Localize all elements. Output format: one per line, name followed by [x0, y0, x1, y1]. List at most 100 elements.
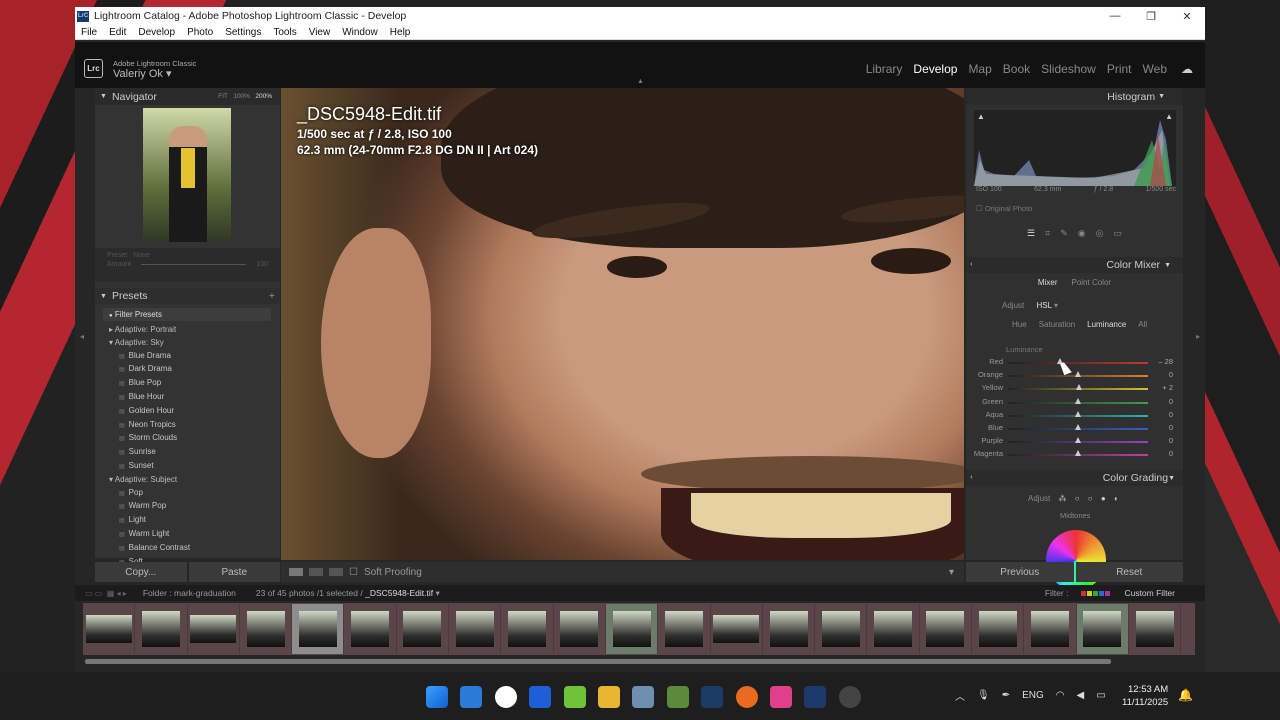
minimize-button[interactable]: — [1097, 10, 1133, 23]
user-name[interactable]: Valeriy Ok ▾ [113, 67, 172, 80]
slider-value[interactable]: 0 [1169, 423, 1173, 432]
preset-group[interactable]: ▾ Adaptive: Subject [109, 474, 190, 487]
preset-item[interactable]: Sunrise [109, 446, 190, 460]
luminance-slider-magenta[interactable]: Magenta 0 [966, 448, 1183, 461]
filmstrip-thumbnail[interactable] [449, 604, 502, 654]
menu-settings[interactable]: Settings [219, 27, 267, 38]
previous-button[interactable]: Previous [966, 562, 1074, 582]
slider-value[interactable]: + 2 [1162, 383, 1173, 392]
redeye-icon[interactable]: ◉ [1078, 228, 1086, 239]
preset-group[interactable]: ▸ Adaptive: Portrait [109, 324, 190, 337]
three-way-icon[interactable]: ⁂ [1058, 494, 1066, 503]
preset-item[interactable]: Blue Pop [109, 377, 190, 391]
subtab-all[interactable]: All [1138, 320, 1147, 329]
filmstrip-thumbnail[interactable] [240, 604, 293, 654]
slider-handle[interactable] [1075, 437, 1081, 444]
folder-label[interactable]: Folder : mark-graduation [143, 588, 236, 598]
chevron-up-icon[interactable]: ︿ [955, 688, 965, 703]
preset-item[interactable]: Blue Hour [109, 391, 190, 405]
maximize-button[interactable]: ❐ [1133, 10, 1169, 23]
color-mixer-header[interactable]: ◐ Color Mixer ▼ [966, 257, 1183, 273]
notification-bell-icon[interactable]: 🔔 [1178, 688, 1193, 702]
slider-handle[interactable] [1075, 450, 1081, 457]
app-red-badge-icon[interactable] [838, 686, 861, 708]
photo-canvas[interactable]: _DSC5948-Edit.tif 1/500 sec at ƒ / 2.8, … [281, 88, 964, 560]
presets-header[interactable]: ▼ Presets + [95, 288, 280, 304]
filmstrip-thumbnail[interactable] [188, 604, 240, 654]
preset-item[interactable]: Blue Drama [109, 350, 190, 364]
filmstrip-thumbnail[interactable] [135, 604, 188, 654]
menu-develop[interactable]: Develop [132, 27, 181, 38]
nvidia-icon[interactable] [666, 686, 689, 708]
preset-item[interactable]: Balance Contrast [109, 542, 190, 556]
filmstrip-thumbnail[interactable] [554, 604, 606, 654]
store-icon[interactable] [460, 686, 483, 708]
filmstrip-thumbnail[interactable] [658, 604, 711, 654]
menu-edit[interactable]: Edit [103, 27, 132, 38]
filmstrip-thumbnail[interactable] [815, 604, 868, 654]
luminance-slider-purple[interactable]: Purple 0 [966, 435, 1183, 448]
slider-handle[interactable] [1075, 423, 1081, 430]
cloud-icon[interactable]: ☁ [1181, 62, 1193, 76]
slider-value[interactable]: 0 [1169, 370, 1173, 379]
masking-icon[interactable]: ◎ [1096, 228, 1104, 239]
preset-item[interactable]: Neon Tropics [109, 419, 190, 433]
collapse-top-arrow-icon[interactable]: ▲ [637, 78, 644, 85]
highlights-wheel-icon[interactable]: ● [1101, 494, 1106, 503]
luminance-slider-red[interactable]: Red – 28 [966, 356, 1183, 369]
midtones-wheel-icon[interactable]: ○ [1088, 494, 1093, 503]
launcher-l-icon[interactable] [529, 686, 552, 708]
filmstrip-thumbnail[interactable] [711, 604, 763, 654]
navigator-header[interactable]: ▼ Navigator FIT 100% 200% [95, 88, 280, 105]
soft-proofing-checkbox[interactable]: ☐ [349, 567, 358, 578]
app-green-icon[interactable] [563, 686, 586, 708]
module-develop[interactable]: Develop [913, 62, 957, 76]
module-book[interactable]: Book [1003, 62, 1030, 76]
zoom-200[interactable]: 200% [255, 93, 272, 100]
filmstrip-thumbnail[interactable] [920, 604, 973, 654]
original-photo-toggle[interactable]: ☐ Original Photo [976, 204, 1032, 213]
firefox-icon[interactable] [735, 686, 758, 708]
start-button-icon[interactable] [426, 686, 448, 708]
histogram[interactable]: ▲ ▲ [974, 110, 1176, 186]
navigator-preview[interactable] [143, 108, 231, 242]
preset-item[interactable]: Sunset [109, 460, 190, 474]
filmstrip-thumbnail[interactable] [344, 604, 397, 654]
right-panel-toggle-icon[interactable]: ▸ [1196, 332, 1200, 341]
panel-visibility-icon[interactable]: ◐ [970, 261, 974, 268]
yandex-icon[interactable] [494, 686, 517, 708]
copy-button[interactable]: Copy... [95, 562, 187, 582]
color-grading-header[interactable]: ◐ Color Grading ▼ [966, 470, 1183, 486]
color-label-filter-icon[interactable] [1080, 588, 1111, 598]
menu-window[interactable]: Window [336, 27, 384, 38]
filmstrip-thumbnail[interactable] [605, 604, 659, 654]
file-explorer-icon[interactable] [597, 686, 620, 708]
filmstrip-thumbnail[interactable] [397, 604, 450, 654]
filmstrip-thumbnail[interactable] [1076, 604, 1129, 654]
module-web[interactable]: Web [1143, 62, 1167, 76]
filmstrip-thumbnail[interactable] [1129, 604, 1182, 654]
zoom-fit[interactable]: FIT [218, 93, 228, 100]
mask-overlay-icon[interactable]: ▭ [1113, 228, 1122, 239]
luminance-slider-yellow[interactable]: Yellow + 2 [966, 382, 1183, 395]
heal-icon[interactable]: ✎ [1060, 228, 1068, 239]
menu-tools[interactable]: Tools [267, 27, 302, 38]
global-wheel-icon[interactable]: ◐ [1114, 494, 1119, 503]
slider-value[interactable]: 0 [1169, 397, 1173, 406]
preset-item[interactable]: Dark Drama [109, 363, 190, 377]
filmstrip-thumbnail[interactable] [1024, 604, 1077, 654]
amount-slider[interactable] [141, 264, 247, 265]
preset-group[interactable]: ▾ Adaptive: Sky [109, 337, 190, 350]
crop-icon[interactable]: ⌗ [1045, 228, 1050, 239]
custom-filter-select[interactable]: Custom Filter [1124, 588, 1175, 598]
filmstrip-thumbnail[interactable] [83, 604, 136, 654]
menu-view[interactable]: View [303, 27, 337, 38]
edit-sliders-icon[interactable]: ☰ [1027, 228, 1035, 239]
slider-value[interactable]: 0 [1169, 410, 1173, 419]
slider-handle[interactable] [1075, 371, 1081, 378]
microphone-icon[interactable]: 🎙 [977, 690, 990, 701]
adjust-select[interactable]: Adjust HSL ▾ [1002, 301, 1058, 310]
subtab-saturation[interactable]: Saturation [1039, 320, 1075, 329]
filmstrip-thumbnail[interactable] [501, 604, 554, 654]
battery-icon[interactable]: ▭ [1096, 690, 1105, 701]
